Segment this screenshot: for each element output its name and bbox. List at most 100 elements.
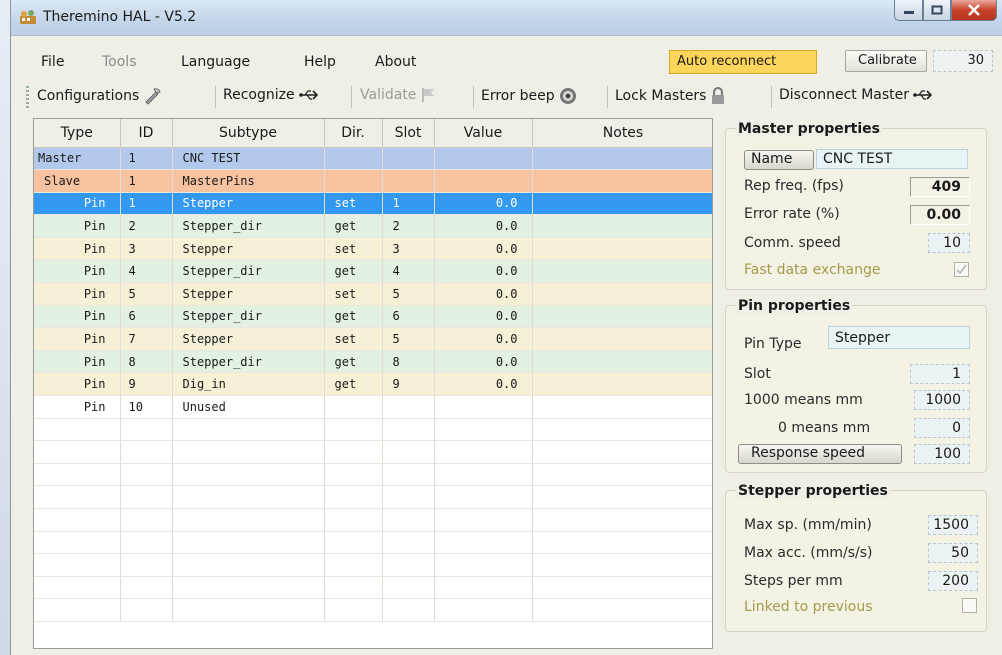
cell-slot[interactable]: 1 [382,192,435,216]
disconnect-master-button[interactable]: Disconnect Master [779,87,933,103]
cell-notes[interactable] [532,395,712,419]
cell-type[interactable]: Pin [34,282,121,306]
cell-value[interactable]: 0.0 [434,282,533,306]
auto-reconnect-toggle[interactable]: Auto reconnect [669,50,817,74]
cell-slot[interactable]: 3 [382,237,435,261]
lock-masters-button[interactable]: Lock Masters [615,87,726,105]
table-row[interactable]: Pin 5 Stepper set 5 0.0 [34,282,712,306]
column-header-value[interactable]: Value [434,119,533,148]
cell-subtype[interactable]: Stepper_dir [172,350,325,374]
cell-id[interactable]: 1 [120,192,173,216]
cell-subtype[interactable]: Stepper [172,327,325,351]
cell-type[interactable]: Pin [34,305,121,329]
cell-dir[interactable] [324,395,383,419]
fast-data-exchange-checkbox[interactable] [954,262,969,277]
hardware-grid[interactable]: Type ID Subtype Dir. Slot Value Notes Ma… [33,118,713,649]
menu-about[interactable]: About [375,54,416,70]
cell-value[interactable]: 0.0 [434,305,533,329]
cell-value[interactable]: 0.0 [434,327,533,351]
comm-speed-field[interactable]: 10 [928,233,970,253]
cell-value[interactable]: 0.0 [434,372,533,397]
cell-subtype[interactable]: Stepper_dir [172,214,325,238]
cell-subtype[interactable]: Stepper_dir [172,259,325,284]
cell-dir[interactable] [324,147,383,171]
calibrate-button[interactable]: Calibrate [845,50,927,72]
configurations-button[interactable]: Configurations [37,87,163,105]
cell-notes[interactable] [532,372,712,397]
cell-subtype[interactable]: Unused [172,395,325,419]
cell-slot[interactable] [382,395,435,419]
cell-type[interactable]: Master [34,147,121,171]
cell-id[interactable]: 6 [120,305,173,329]
cell-value[interactable] [434,169,533,193]
cell-dir[interactable]: get [324,259,383,284]
table-row[interactable]: Pin 1 Stepper set 1 0.0 [34,192,712,216]
validate-button[interactable]: Validate [360,87,436,103]
cell-slot[interactable]: 6 [382,305,435,329]
cell-value[interactable]: 0.0 [434,237,533,261]
cell-slot[interactable]: 5 [382,282,435,306]
cell-type[interactable]: Pin [34,237,121,261]
means-0-field[interactable]: 0 [914,418,970,438]
cell-id[interactable]: 1 [120,169,173,193]
cell-slot[interactable]: 5 [382,327,435,351]
cell-id[interactable]: 5 [120,282,173,306]
cell-id[interactable]: 2 [120,214,173,238]
steps-per-mm-field[interactable]: 200 [928,571,978,591]
pin-type-field[interactable]: Stepper [828,326,970,349]
cell-value[interactable]: 0.0 [434,350,533,374]
column-header-type[interactable]: Type [34,119,121,148]
table-row[interactable]: Pin 6 Stepper_dir get 6 0.0 [34,305,712,329]
table-row[interactable]: Pin 3 Stepper set 3 0.0 [34,237,712,261]
menu-language[interactable]: Language [181,54,250,70]
cell-id[interactable]: 1 [120,147,173,171]
table-row[interactable]: Pin 8 Stepper_dir get 8 0.0 [34,350,712,374]
cell-value[interactable]: 0.0 [434,192,533,216]
cell-notes[interactable] [532,214,712,238]
cell-value[interactable] [434,147,533,171]
toolbar-grip[interactable] [26,86,29,108]
close-button[interactable] [951,0,997,21]
column-header-dir[interactable]: Dir. [324,119,383,148]
cell-value[interactable] [434,395,533,419]
cell-dir[interactable]: set [324,282,383,306]
cell-type[interactable]: Pin [34,350,121,374]
cell-id[interactable]: 7 [120,327,173,351]
cell-subtype[interactable]: Stepper [172,192,325,216]
cell-dir[interactable]: get [324,372,383,397]
linked-to-previous-checkbox[interactable] [962,598,977,613]
cell-notes[interactable] [532,169,712,193]
column-header-id[interactable]: ID [120,119,173,148]
cell-notes[interactable] [532,282,712,306]
slot-field[interactable]: 1 [910,364,970,384]
recognize-button[interactable]: Recognize [223,87,319,103]
cell-type[interactable]: Pin [34,327,121,351]
cell-subtype[interactable]: CNC TEST [172,147,325,171]
cell-id[interactable]: 9 [120,372,173,397]
cell-type[interactable]: Pin [34,192,121,216]
cell-type[interactable]: Pin [34,395,121,419]
cell-slot[interactable]: 2 [382,214,435,238]
cell-dir[interactable]: set [324,327,383,351]
cell-dir[interactable]: get [324,350,383,374]
cell-id[interactable]: 8 [120,350,173,374]
cell-id[interactable]: 4 [120,259,173,284]
cell-id[interactable]: 3 [120,237,173,261]
name-button[interactable]: Name [744,150,814,170]
title-bar[interactable]: Theremino HAL - V5.2 [11,0,1002,36]
cell-dir[interactable]: get [324,214,383,238]
calibrate-value[interactable]: 30 [933,50,993,72]
cell-dir[interactable]: get [324,305,383,329]
menu-help[interactable]: Help [304,54,336,70]
cell-subtype[interactable]: Stepper [172,237,325,261]
cell-id[interactable]: 10 [120,395,173,419]
cell-type[interactable]: Slave [34,169,121,193]
means-1000-field[interactable]: 1000 [914,390,970,410]
cell-notes[interactable] [532,327,712,351]
max-speed-field[interactable]: 1500 [928,515,978,535]
cell-slot[interactable]: 8 [382,350,435,374]
response-speed-button[interactable]: Response speed [738,444,902,464]
maximize-button[interactable] [923,0,951,21]
cell-type[interactable]: Pin [34,372,121,397]
minimize-button[interactable] [894,0,923,21]
